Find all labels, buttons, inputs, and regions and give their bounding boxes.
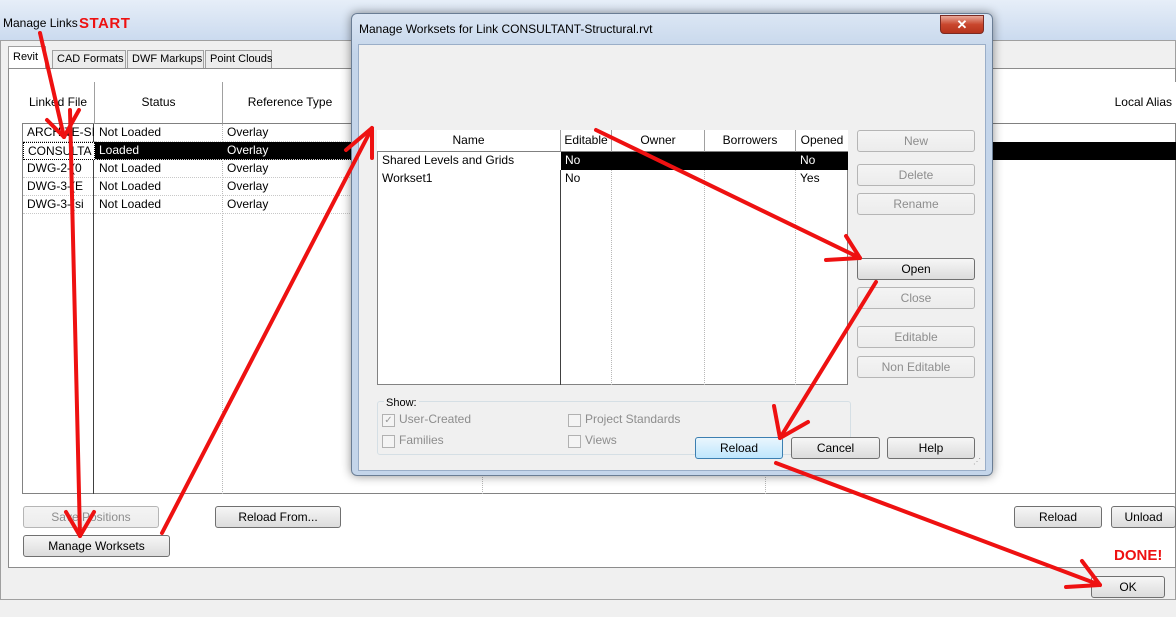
cancel-button[interactable]: Cancel: [791, 437, 880, 459]
linked-file-cell: DWG-3-(E: [23, 178, 95, 196]
opened-cell: No: [796, 152, 848, 170]
families-label: Families: [399, 433, 444, 447]
done-annotation: DONE!: [1114, 547, 1163, 564]
reference-type-cell: Overlay: [223, 178, 358, 196]
user-created-label: User-Created: [399, 412, 472, 426]
tab-cad-formats[interactable]: CAD Formats: [52, 50, 126, 68]
reload-button[interactable]: Reload: [1014, 506, 1102, 528]
column-header-name[interactable]: Name: [377, 130, 561, 152]
close-icon[interactable]: ✕: [940, 15, 984, 34]
status-cell: Not Loaded: [95, 124, 223, 142]
project-standards-label: Project Standards: [585, 412, 681, 426]
column-header-local-alias[interactable]: Local Alias: [993, 82, 1176, 124]
reference-type-cell: Overlay: [223, 196, 358, 214]
table-row-selected[interactable]: Shared Levels and Grids No No: [378, 152, 848, 170]
project-standards-checkbox[interactable]: [568, 414, 581, 427]
views-checkbox[interactable]: [568, 435, 581, 448]
reference-type-cell: Overlay: [223, 124, 358, 142]
views-label: Views: [585, 433, 617, 447]
editable-cell: No: [561, 152, 612, 170]
help-button[interactable]: Help: [887, 437, 975, 459]
column-header-status[interactable]: Status: [95, 82, 223, 124]
column-header-borrowers[interactable]: Borrowers: [705, 130, 796, 152]
families-checkbox[interactable]: [382, 435, 395, 448]
user-created-checkbox[interactable]: ✓: [382, 414, 395, 427]
column-header-linked-file[interactable]: Linked File: [22, 82, 95, 124]
reference-type-cell: Overlay: [223, 160, 358, 178]
non-editable-button[interactable]: Non Editable: [857, 356, 975, 378]
borrowers-cell: [705, 170, 796, 188]
close-button[interactable]: Close: [857, 287, 975, 309]
linked-file-cell: DWG-2-(0: [23, 160, 95, 178]
editable-cell: No: [565, 171, 581, 185]
dialog-body: Name Editable Owner Borrowers Opened Sha…: [358, 44, 986, 471]
manage-worksets-dialog: Manage Worksets for Link CONSULTANT-Stru…: [351, 13, 993, 476]
workset-name-cell: Shared Levels and Grids: [378, 152, 561, 170]
column-header-editable[interactable]: Editable: [561, 130, 612, 152]
save-positions-button[interactable]: Save Positions: [23, 506, 159, 528]
unload-button[interactable]: Unload: [1111, 506, 1176, 528]
reference-type-cell: Overlay: [223, 142, 358, 160]
status-cell: Not Loaded: [95, 160, 223, 178]
owner-cell: [612, 152, 705, 170]
manage-links-title: Manage Links: [3, 16, 78, 30]
start-annotation: START: [79, 15, 131, 32]
new-button[interactable]: New: [857, 130, 975, 152]
status-cell: Loaded: [95, 142, 223, 160]
manage-worksets-button[interactable]: Manage Worksets: [23, 535, 170, 557]
linked-file-cell: CONSULTA: [23, 142, 95, 160]
opened-cell: Yes: [800, 171, 820, 185]
delete-button[interactable]: Delete: [857, 164, 975, 186]
reload-from-button[interactable]: Reload From...: [215, 506, 341, 528]
tab-point-clouds[interactable]: Point Clouds: [205, 50, 272, 68]
column-header-reference-type[interactable]: Reference Type: [223, 82, 358, 124]
borrowers-cell: [705, 152, 796, 170]
rename-button[interactable]: Rename: [857, 193, 975, 215]
tab-revit[interactable]: Revit: [8, 46, 46, 69]
status-cell: Not Loaded: [95, 196, 223, 214]
ok-button[interactable]: OK: [1091, 576, 1165, 598]
open-button[interactable]: Open: [857, 258, 975, 280]
show-label: Show:: [384, 397, 419, 409]
resize-grip-icon[interactable]: ⋰: [973, 458, 983, 469]
status-cell: Not Loaded: [95, 178, 223, 196]
editable-button[interactable]: Editable: [857, 326, 975, 348]
column-header-owner[interactable]: Owner: [612, 130, 705, 152]
reload-button[interactable]: Reload: [695, 437, 783, 459]
workset-name-cell: Workset1: [382, 171, 433, 185]
linked-file-cell: DWG-3-(si: [23, 196, 95, 214]
owner-cell: [612, 170, 705, 188]
tab-dwf-markups[interactable]: DWF Markups: [127, 50, 204, 68]
linked-file-cell: ARCHITE-SI: [23, 124, 95, 142]
dialog-title: Manage Worksets for Link CONSULTANT-Stru…: [359, 22, 653, 36]
column-header-opened[interactable]: Opened: [796, 130, 848, 152]
table-row[interactable]: Workset1 No Yes: [378, 170, 848, 188]
